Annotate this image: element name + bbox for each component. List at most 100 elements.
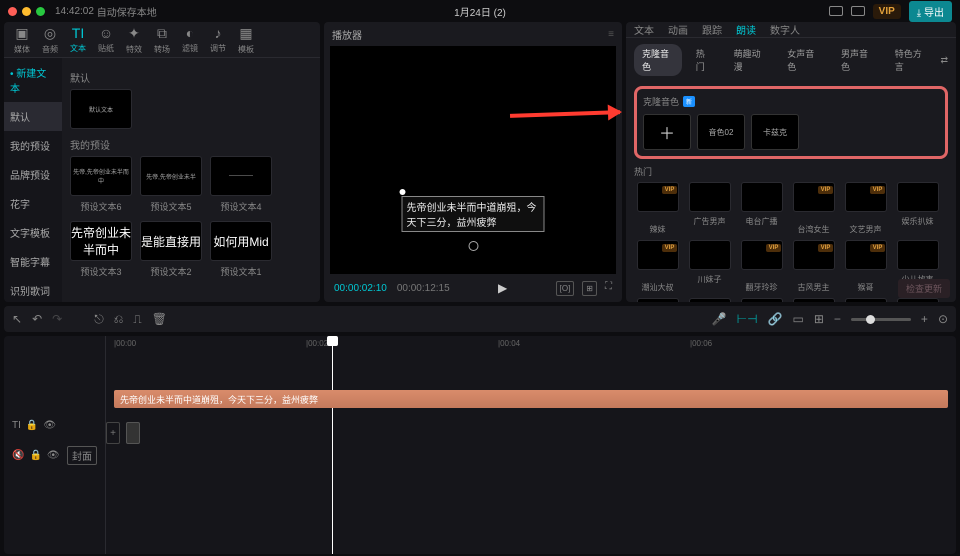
tab-滤镜[interactable]: ◐滤镜 <box>176 22 204 57</box>
clone-voice-item[interactable]: 卡兹克 <box>751 114 799 150</box>
player-menu-icon[interactable]: ≡ <box>608 29 614 40</box>
preset-thumb[interactable]: 先帝创业未半而中预设文本3 <box>70 221 132 278</box>
player-viewport[interactable]: 先帝创业未半而中道崩殂，今天下三分，益州疲弊 <box>330 46 616 274</box>
filter-chip[interactable]: 热门 <box>688 44 720 76</box>
inspector-tab[interactable]: 跟踪 <box>702 22 722 37</box>
voice-item[interactable]: VIP辣妹 <box>634 182 681 235</box>
ratio-button[interactable]: [O] <box>556 281 575 296</box>
tab-调节[interactable]: ♪调节 <box>204 22 232 57</box>
pointer-tool-icon[interactable]: ↖ <box>12 312 22 326</box>
sidebar-item[interactable]: • 新建文本 <box>4 58 62 102</box>
align-icon[interactable]: ⊞ <box>814 312 824 326</box>
inspector-tab[interactable]: 文本 <box>634 22 654 37</box>
close-dot[interactable] <box>8 7 17 16</box>
text-track-head[interactable]: TI 🔒 👁 <box>4 410 105 440</box>
voice-item[interactable]: 东北老铁 <box>894 298 941 302</box>
minimize-dot[interactable] <box>22 7 31 16</box>
redo-icon[interactable]: ↷ <box>52 312 62 326</box>
fullscreen-button[interactable]: ⛶ <box>605 281 612 296</box>
check-update-button[interactable]: 检查更新 <box>898 279 950 298</box>
split-right-icon[interactable]: ⎍ <box>133 312 141 327</box>
voice-item[interactable]: 川妹子 <box>686 240 733 293</box>
voice-item[interactable]: VIP熊二 <box>842 298 889 302</box>
sidebar-item[interactable]: 品牌预设 <box>4 160 62 189</box>
eye-icon[interactable]: 👁 <box>43 420 56 431</box>
voice-item[interactable]: 台湾男生 <box>686 298 733 302</box>
sidebar-item[interactable]: 默认 <box>4 102 62 131</box>
layout2-icon[interactable] <box>851 6 865 16</box>
voice-item[interactable]: VIP猴哥 <box>842 240 889 293</box>
filter-chip[interactable]: 萌趣动漫 <box>726 44 774 76</box>
voice-item[interactable]: VIP摇滚说唱 <box>634 298 681 302</box>
video-track-head[interactable]: 🔇 🔒 👁 封面 <box>4 440 105 470</box>
voice-item[interactable]: 娱乐扒妹 <box>894 182 941 235</box>
tab-特效[interactable]: ✦特效 <box>120 22 148 58</box>
tracks-area[interactable]: |00:00|00:02|00:04|00:06 先帝创业未半而中道崩殂，今天下… <box>106 336 956 554</box>
inspector-tab[interactable]: 朗读 <box>736 22 756 37</box>
filter-chip[interactable]: 男声音色 <box>833 44 881 76</box>
tab-转场[interactable]: ⧉转场 <box>148 22 176 58</box>
voice-item[interactable]: VIP翻牙玲珍 <box>738 240 785 293</box>
preset-thumb[interactable]: 如何用Mid预设文本1 <box>210 221 272 278</box>
layout-icon[interactable] <box>829 6 843 16</box>
preset-thumb[interactable]: 先帝,先帝创业未半预设文本5 <box>140 156 202 213</box>
voice-item[interactable]: 电台广播 <box>738 182 785 235</box>
voice-item[interactable]: TVB女声 <box>738 298 785 302</box>
caption-rotate-icon[interactable] <box>468 241 478 251</box>
tab-媒体[interactable]: ▣媒体 <box>8 22 36 58</box>
preset-thumb[interactable]: 先帝,先帝创业未半而中预设文本6 <box>70 156 132 213</box>
tab-贴纸[interactable]: ☺贴纸 <box>92 22 120 57</box>
tab-模板[interactable]: ▦模板 <box>232 22 260 58</box>
cover-label[interactable]: 封面 <box>67 446 97 465</box>
vip-badge[interactable]: VIP <box>873 4 901 19</box>
undo-icon[interactable]: ↶ <box>32 312 42 326</box>
zoom-slider[interactable] <box>851 318 911 321</box>
scale-button[interactable]: ⊞ <box>582 281 597 296</box>
filter-chip[interactable]: 克隆音色 <box>634 44 682 76</box>
preview-icon[interactable]: ▭ <box>793 312 804 326</box>
tab-文本[interactable]: TI文本 <box>64 22 92 57</box>
inspector-tab[interactable]: 数字人 <box>770 22 800 37</box>
clone-voice-item[interactable]: 音色02 <box>697 114 745 150</box>
sidebar-item[interactable]: 我的预设 <box>4 131 62 160</box>
magnet-icon[interactable]: ⊢⊣ <box>737 312 758 326</box>
zoom-out-icon[interactable]: − <box>834 312 841 326</box>
filter-chip[interactable]: 特色方言 <box>887 44 935 76</box>
sidebar-item[interactable]: 文字模板 <box>4 218 62 247</box>
preset-thumb[interactable]: 是能直接用预设文本2 <box>140 221 202 278</box>
add-video-button[interactable]: + <box>106 422 120 444</box>
playhead[interactable] <box>332 336 333 554</box>
preset-thumb[interactable]: 默认文本 <box>70 89 132 129</box>
delete-icon[interactable]: 🗑 <box>152 312 167 326</box>
lock-icon[interactable]: 🔒 <box>26 420 38 431</box>
zoom-in-icon[interactable]: + <box>921 312 928 326</box>
inspector-tab[interactable]: 动画 <box>668 22 688 37</box>
caption-overlay[interactable]: 先帝创业未半而中道崩殂，今天下三分，益州疲弊 <box>402 196 545 232</box>
link-icon[interactable]: 🔗 <box>768 312 783 326</box>
voice-item[interactable]: VIP解说小帅 <box>790 298 837 302</box>
mic-icon[interactable]: 🎤 <box>712 312 727 326</box>
export-button[interactable]: ⤓ 导出 <box>909 1 952 22</box>
play-button[interactable]: ▶ <box>460 281 546 295</box>
video-clip[interactable] <box>126 422 140 444</box>
fit-icon[interactable]: ⊙ <box>938 312 948 326</box>
text-clip[interactable]: 先帝创业未半而中道崩殂，今天下三分，益州疲弊 <box>114 390 948 408</box>
split-left-icon[interactable]: ⎌ <box>114 312 124 327</box>
caption-handle-icon[interactable] <box>400 189 406 195</box>
sidebar-item[interactable]: 花字 <box>4 189 62 218</box>
tab-音频[interactable]: ◎音频 <box>36 22 64 58</box>
voice-item[interactable]: VIP台湾女生 <box>790 182 837 235</box>
lock2-icon[interactable]: 🔒 <box>29 450 41 461</box>
voice-item[interactable]: VIP古风男主 <box>790 240 837 293</box>
split-icon[interactable]: ⎋ <box>94 312 104 327</box>
eye2-icon[interactable]: 👁 <box>47 450 60 461</box>
add-clone-button[interactable]: ＋ <box>643 114 691 150</box>
sidebar-item[interactable]: 智能字幕 <box>4 247 62 276</box>
zoom-dot[interactable] <box>36 7 45 16</box>
mute-icon[interactable]: 🔇 <box>12 450 24 461</box>
preset-thumb[interactable]: ————预设文本4 <box>210 156 272 213</box>
voice-item[interactable]: VIP潮汕大叔 <box>634 240 681 293</box>
sidebar-item[interactable]: 识别歌词 <box>4 276 62 302</box>
voice-item[interactable]: VIP文艺男声 <box>842 182 889 235</box>
filter-more-icon[interactable]: ⇄ <box>940 55 948 66</box>
